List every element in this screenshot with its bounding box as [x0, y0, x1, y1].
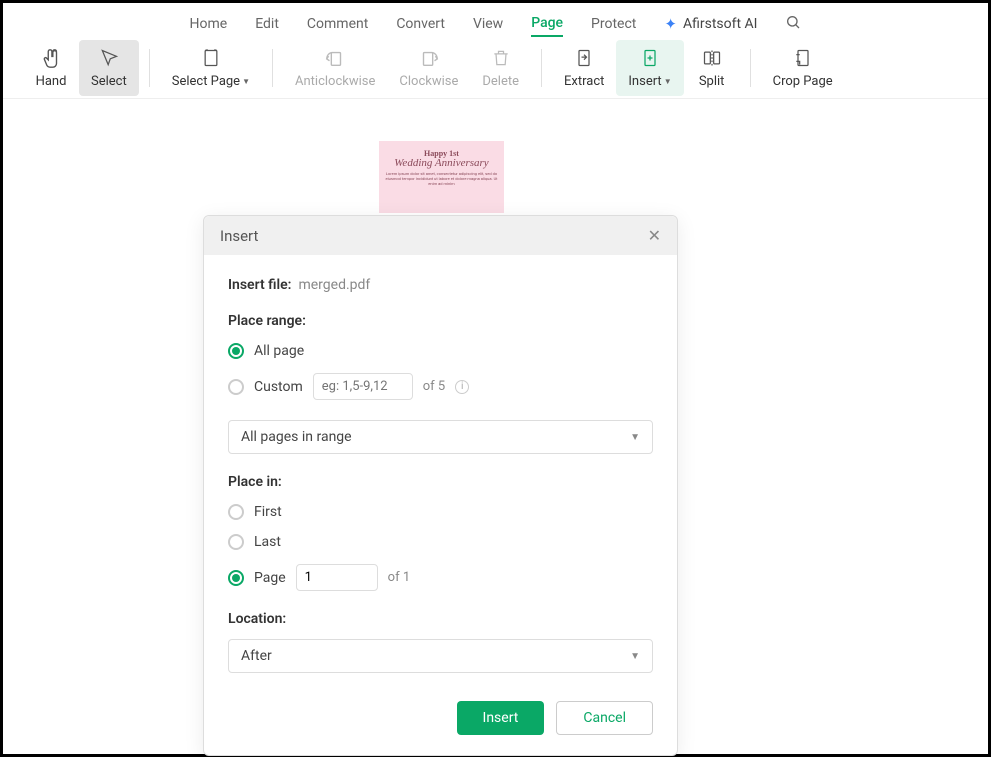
page-number-input[interactable]: [296, 564, 378, 591]
tool-anticlockwise[interactable]: Anticlockwise: [283, 40, 387, 96]
place-range-label: Place range:: [228, 313, 653, 329]
location-dropdown[interactable]: After ▼: [228, 639, 653, 673]
range-dropdown[interactable]: All pages in range ▼: [228, 420, 653, 454]
tool-label: Delete: [482, 74, 519, 89]
of-pages-text: of 1: [388, 570, 410, 585]
tool-label: Anticlockwise: [295, 74, 375, 89]
cancel-button[interactable]: Cancel: [556, 701, 653, 735]
tool-crop-page[interactable]: Crop Page: [761, 40, 845, 96]
sparkle-icon: ✦: [664, 15, 677, 33]
cursor-icon: [99, 46, 119, 70]
dialog-footer: Insert Cancel: [204, 687, 677, 755]
tool-label: Select: [91, 74, 127, 89]
ai-label: Afirstsoft AI: [683, 16, 758, 32]
search-icon[interactable]: [785, 14, 801, 34]
menu-protect[interactable]: Protect: [591, 12, 636, 36]
toolbar: Hand Select Select Page▼ Anticlockwise C…: [3, 37, 988, 99]
rotate-right-icon: [418, 46, 440, 70]
insert-file-row: Insert file: merged.pdf: [228, 277, 653, 293]
menu-ai[interactable]: ✦ Afirstsoft AI: [664, 15, 757, 33]
tool-label: Clockwise: [399, 74, 458, 89]
radio-custom[interactable]: [228, 379, 244, 395]
radio-page[interactable]: [228, 570, 244, 586]
close-icon[interactable]: ✕: [648, 226, 661, 245]
radio-custom-row[interactable]: Custom of 5 i: [228, 373, 653, 400]
tool-split[interactable]: Split: [684, 40, 740, 96]
divider: [541, 49, 542, 87]
menu-edit[interactable]: Edit: [255, 12, 279, 36]
trash-icon: [491, 46, 511, 70]
thumb-subtitle: Wedding Anniversary: [394, 157, 488, 169]
radio-all-page[interactable]: [228, 343, 244, 359]
tool-select[interactable]: Select: [79, 40, 139, 96]
caret-down-icon: ▼: [664, 77, 672, 86]
tool-label: Select Page▼: [172, 74, 250, 89]
divider: [750, 49, 751, 87]
top-menu: Home Edit Comment Convert View Page Prot…: [3, 3, 988, 37]
tool-extract[interactable]: Extract: [552, 40, 616, 96]
radio-last-row[interactable]: Last: [228, 534, 653, 550]
radio-all-page-label: All page: [254, 343, 304, 359]
tool-delete[interactable]: Delete: [470, 40, 531, 96]
crop-icon: [793, 46, 813, 70]
dialog-body: Insert file: merged.pdf Place range: All…: [204, 255, 677, 687]
dialog-title: Insert: [220, 227, 258, 245]
rotate-left-icon: [324, 46, 346, 70]
location-dropdown-value: After: [241, 648, 272, 664]
chevron-down-icon: ▼: [630, 432, 640, 443]
tool-label: Crop Page: [773, 74, 833, 89]
tool-label: Split: [699, 74, 725, 89]
radio-last[interactable]: [228, 534, 244, 550]
select-page-icon: [201, 46, 221, 70]
radio-first-row[interactable]: First: [228, 504, 653, 520]
dialog-header: Insert ✕: [204, 216, 677, 255]
radio-last-label: Last: [254, 534, 281, 550]
tool-label: Hand: [36, 74, 67, 89]
thumb-text: Lorem ipsum dolor sit amet, consectetur …: [385, 172, 498, 186]
menu-convert[interactable]: Convert: [396, 12, 445, 36]
caret-down-icon: ▼: [242, 77, 250, 86]
extract-icon: [574, 46, 594, 70]
insert-dialog: Insert ✕ Insert file: merged.pdf Place r…: [203, 215, 678, 756]
insert-file-label: Insert file:: [228, 277, 292, 293]
range-dropdown-value: All pages in range: [241, 429, 352, 445]
info-icon[interactable]: i: [455, 380, 469, 394]
radio-first-label: First: [254, 504, 282, 520]
tool-label: Extract: [564, 74, 604, 89]
insert-file-name: merged.pdf: [298, 277, 370, 293]
place-in-label: Place in:: [228, 474, 653, 490]
radio-page-label: Page: [254, 570, 286, 586]
divider: [272, 49, 273, 87]
custom-range-input[interactable]: [313, 373, 413, 400]
page-thumbnail[interactable]: Happy 1st Wedding Anniversary Lorem ipsu…: [379, 141, 504, 213]
tool-label: Insert▼: [628, 74, 671, 89]
radio-page-row[interactable]: Page of 1: [228, 564, 653, 591]
hand-icon: [40, 46, 62, 70]
chevron-down-icon: ▼: [630, 651, 640, 662]
of-total-text: of 5: [423, 379, 445, 394]
menu-view[interactable]: View: [473, 12, 503, 36]
radio-custom-label: Custom: [254, 379, 303, 395]
menu-home[interactable]: Home: [190, 12, 228, 36]
tool-clockwise[interactable]: Clockwise: [387, 40, 470, 96]
tool-hand[interactable]: Hand: [23, 40, 79, 96]
radio-all-page-row[interactable]: All page: [228, 343, 653, 359]
location-label: Location:: [228, 611, 653, 627]
radio-first[interactable]: [228, 504, 244, 520]
menu-comment[interactable]: Comment: [307, 12, 368, 36]
tool-select-page[interactable]: Select Page▼: [160, 40, 262, 96]
tool-insert[interactable]: Insert▼: [616, 40, 683, 96]
insert-button[interactable]: Insert: [457, 701, 545, 735]
split-icon: [701, 46, 723, 70]
insert-icon: [640, 46, 660, 70]
divider: [149, 49, 150, 87]
menu-page[interactable]: Page: [531, 11, 563, 37]
